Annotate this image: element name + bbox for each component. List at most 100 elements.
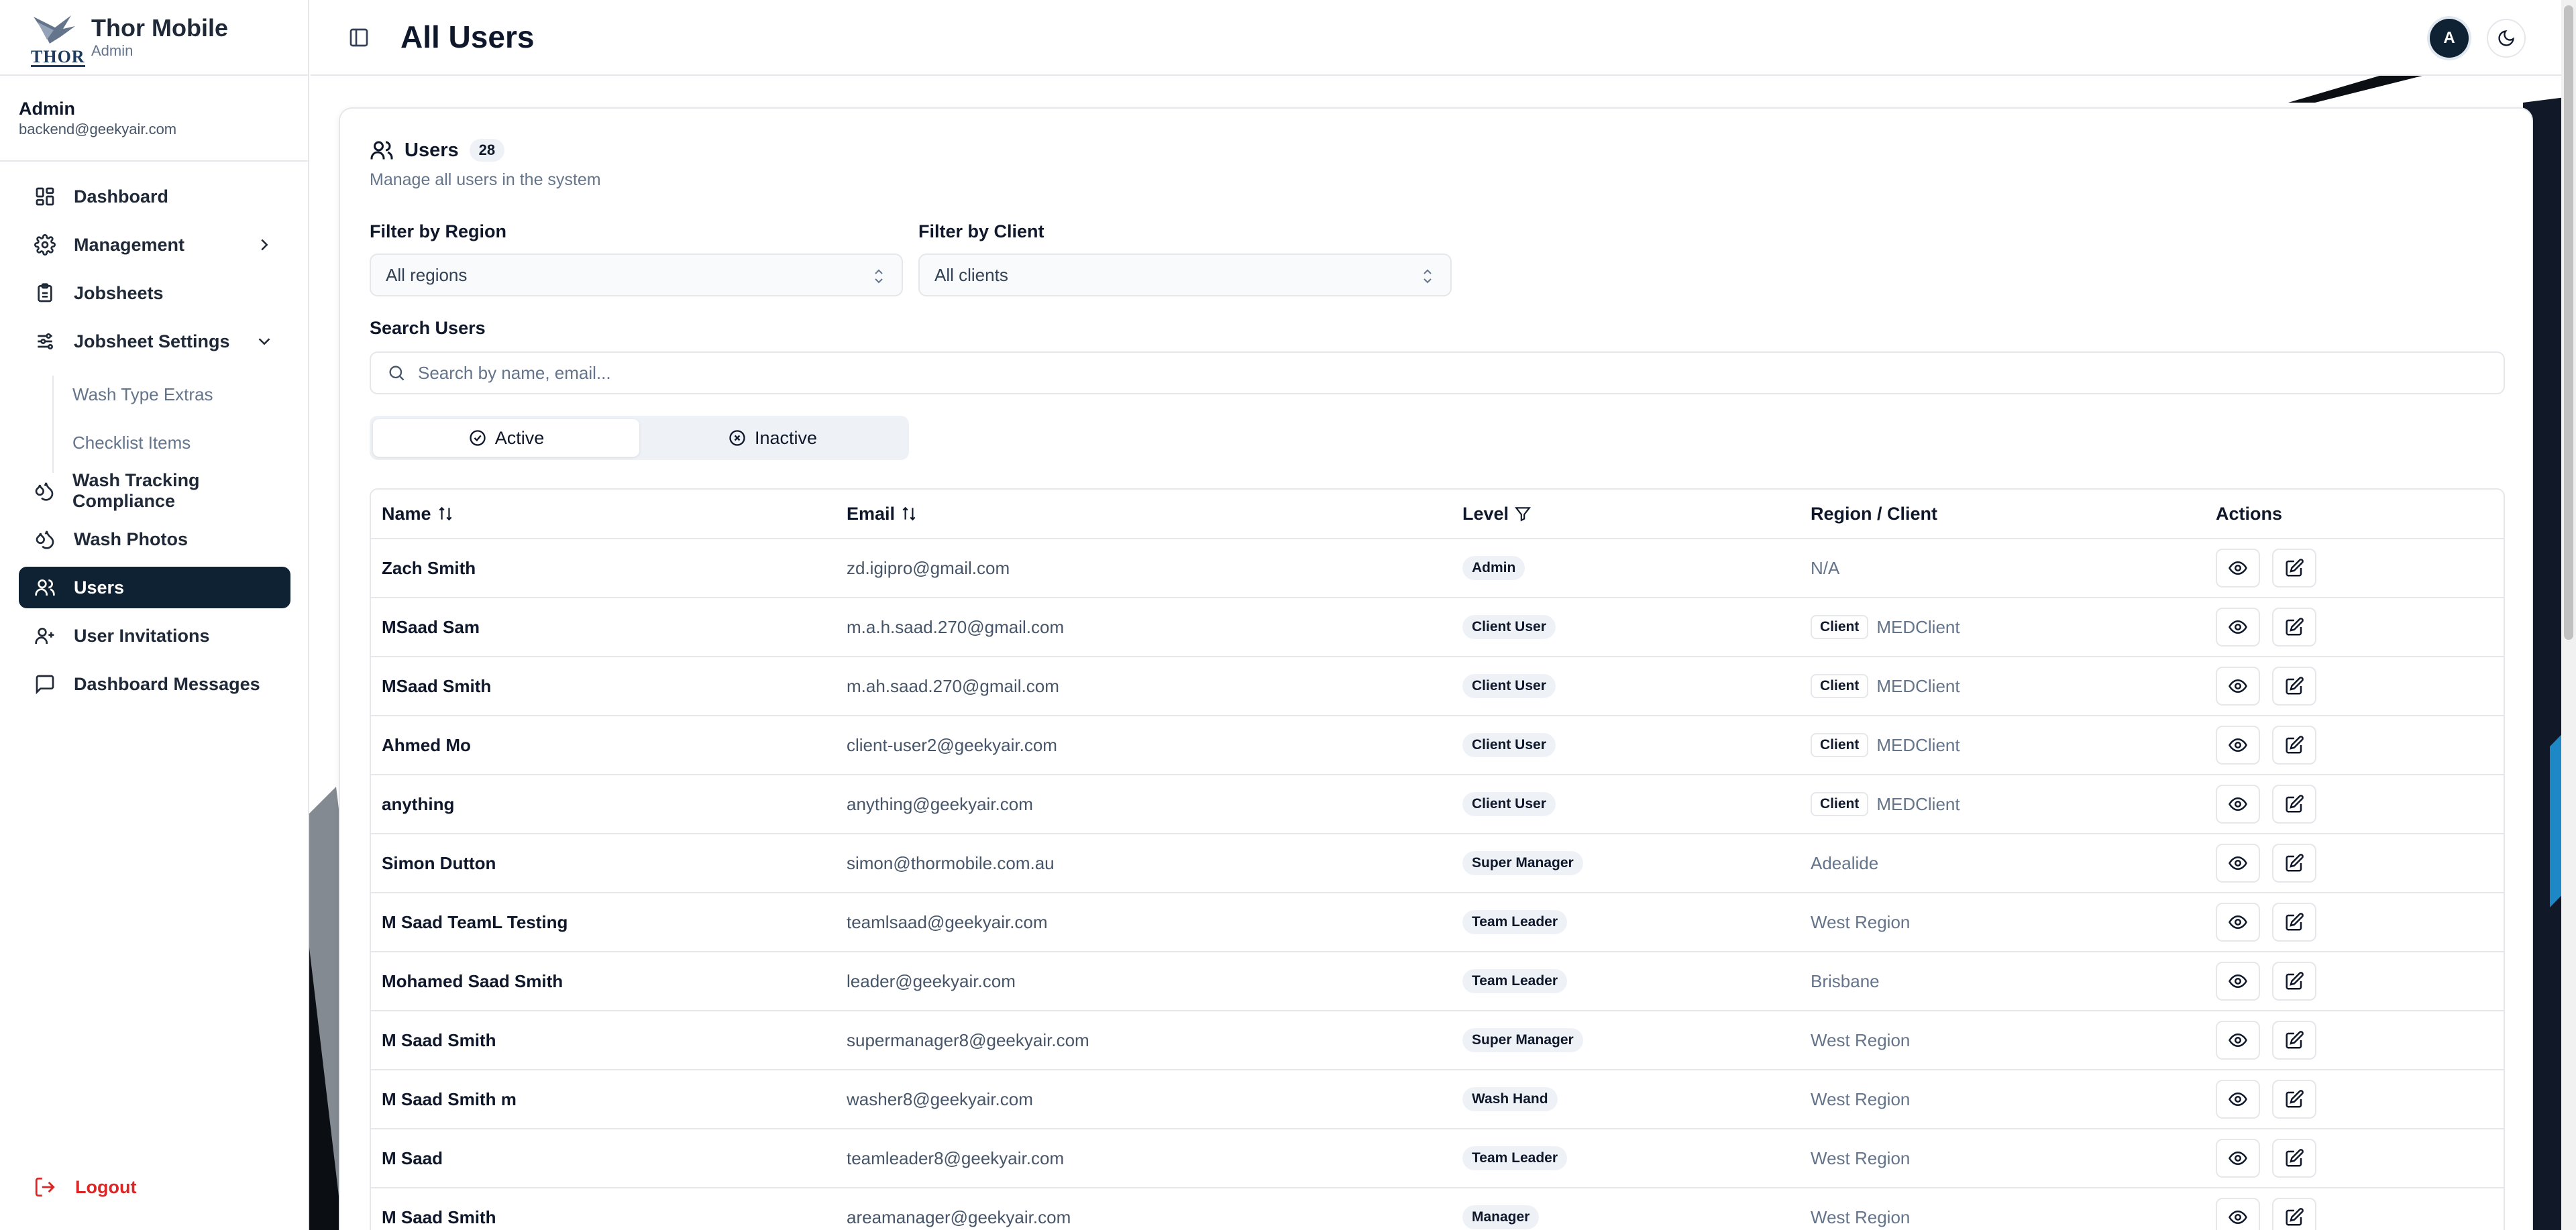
view-button[interactable] [2216, 1080, 2260, 1119]
page-title: All Users [400, 19, 535, 54]
actions-cell [2216, 952, 2328, 1010]
column-header-level[interactable]: Level [1462, 490, 1532, 538]
region-value: Brisbane [1811, 970, 1880, 991]
actions-cell [2216, 716, 2328, 774]
region-cell: West Region [1811, 1070, 1910, 1128]
edit-button[interactable] [2272, 1080, 2316, 1119]
brand: THOR Thor Mobile Admin [0, 0, 308, 76]
view-button[interactable] [2216, 1139, 2260, 1178]
sidebar-item-jobsheet-settings[interactable]: Jobsheet Settings [19, 321, 290, 362]
logout-icon [35, 1177, 55, 1197]
user-plus-icon [34, 624, 56, 647]
view-button[interactable] [2216, 549, 2260, 588]
level-cell: Team Leader [1462, 1129, 1567, 1187]
view-button[interactable] [2216, 844, 2260, 883]
region-filter-select[interactable]: All regions [370, 254, 903, 296]
edit-icon [2284, 912, 2304, 932]
actions-cell [2216, 1129, 2328, 1187]
user-name-cell: M Saad Smith [382, 1029, 496, 1050]
sidebar-item-wash-tracking-compliance[interactable]: Wash Tracking Compliance [19, 470, 290, 512]
active-tab-label: Active [494, 427, 545, 448]
view-button[interactable] [2216, 962, 2260, 1001]
user-email-cell: teamleader8@geekyair.com [847, 1148, 1065, 1168]
edit-button[interactable] [2272, 844, 2316, 883]
eye-icon [2228, 558, 2248, 578]
active-tab[interactable]: Active [373, 419, 639, 457]
edit-button[interactable] [2272, 549, 2316, 588]
edit-button[interactable] [2272, 667, 2316, 706]
view-button[interactable] [2216, 785, 2260, 824]
edit-button[interactable] [2272, 1021, 2316, 1060]
sidebar-toggle-icon[interactable] [348, 27, 370, 48]
client-tag: Client [1811, 615, 1869, 639]
user-email-cell: supermanager8@geekyair.com [847, 1029, 1089, 1050]
client-filter-value: All clients [934, 264, 1008, 285]
level-cell: Super Manager [1462, 834, 1583, 892]
chevron-down-icon [258, 338, 270, 345]
sidebar-item-dashboard[interactable]: Dashboard [19, 176, 290, 217]
sidebar-item-management[interactable]: Management [19, 224, 290, 266]
user-email-cell: teamlsaad@geekyair.com [847, 911, 1048, 932]
search-input[interactable] [418, 362, 2363, 384]
user-name-cell: anything [382, 793, 455, 814]
view-button[interactable] [2216, 726, 2260, 765]
user-name: Admin [19, 99, 75, 119]
column-header-region: Region / Client [1811, 490, 1937, 538]
table-row: Mohamed Saad Smith leader@geekyair.com Tea… [371, 952, 2504, 1011]
client-tag: Client [1811, 792, 1869, 816]
inactive-tab[interactable]: Inactive [639, 419, 906, 457]
view-button[interactable] [2216, 903, 2260, 942]
view-button[interactable] [2216, 608, 2260, 647]
actions-cell [2216, 834, 2328, 892]
actions-cell [2216, 598, 2328, 656]
column-header-name[interactable]: Name [382, 490, 454, 538]
edit-button[interactable] [2272, 608, 2316, 647]
region-cell: Client MEDClient [1811, 775, 1960, 833]
region-value: West Region [1811, 1029, 1911, 1050]
edit-button[interactable] [2272, 785, 2316, 824]
sidebar-item-label: Wash Photos [74, 528, 189, 549]
page-scrollbar[interactable] [2561, 0, 2576, 1230]
edit-button[interactable] [2272, 726, 2316, 765]
column-header-email[interactable]: Email [847, 490, 918, 538]
user-email-cell: leader@geekyair.com [847, 970, 1016, 991]
sidebar-item-label: User Invitations [74, 625, 210, 646]
region-value: MEDClient [1876, 616, 1960, 637]
eye-icon [2228, 735, 2248, 755]
user-email-cell: simon@thormobile.com.au [847, 852, 1055, 873]
view-button[interactable] [2216, 1198, 2260, 1230]
submenu-item-checklist-items[interactable]: Checklist Items [72, 433, 191, 453]
logout-label: Logout [75, 1176, 137, 1197]
sidebar-item-wash-photos[interactable]: Wash Photos [19, 518, 290, 560]
client-filter-select[interactable]: All clients [918, 254, 1452, 296]
eye-icon [2228, 971, 2248, 991]
logout-button[interactable]: Logout [34, 1176, 136, 1198]
actions-cell [2216, 657, 2328, 715]
edit-button[interactable] [2272, 903, 2316, 942]
message-icon [34, 673, 56, 695]
edit-icon [2284, 1148, 2304, 1168]
clipboard-icon [34, 282, 56, 304]
sidebar-item-dashboard-messages[interactable]: Dashboard Messages [19, 663, 290, 705]
theme-toggle-button[interactable] [2487, 19, 2526, 58]
edit-button[interactable] [2272, 962, 2316, 1001]
card-description: Manage all users in the system [370, 170, 601, 189]
sidebar-item-label: Wash Tracking Compliance [72, 470, 200, 511]
eye-icon [2228, 1089, 2248, 1109]
sidebar-item-user-invitations[interactable]: User Invitations [19, 615, 290, 657]
sidebar-item-users[interactable]: Users [19, 567, 290, 608]
edit-button[interactable] [2272, 1139, 2316, 1178]
client-tag: Client [1811, 733, 1869, 757]
sidebar-item-jobsheets[interactable]: Jobsheets [19, 272, 290, 314]
scrollbar-thumb[interactable] [2564, 5, 2573, 640]
users-icon [370, 141, 393, 160]
level-cell: Team Leader [1462, 893, 1567, 951]
card-header: Users 28 [370, 138, 505, 162]
edit-button[interactable] [2272, 1198, 2316, 1230]
view-button[interactable] [2216, 667, 2260, 706]
view-button[interactable] [2216, 1021, 2260, 1060]
user-email: backend@geekyair.com [19, 121, 177, 137]
avatar[interactable]: A [2430, 19, 2469, 58]
submenu-item-wash-type-extras[interactable]: Wash Type Extras [72, 384, 213, 405]
level-cell: Manager [1462, 1188, 1540, 1230]
